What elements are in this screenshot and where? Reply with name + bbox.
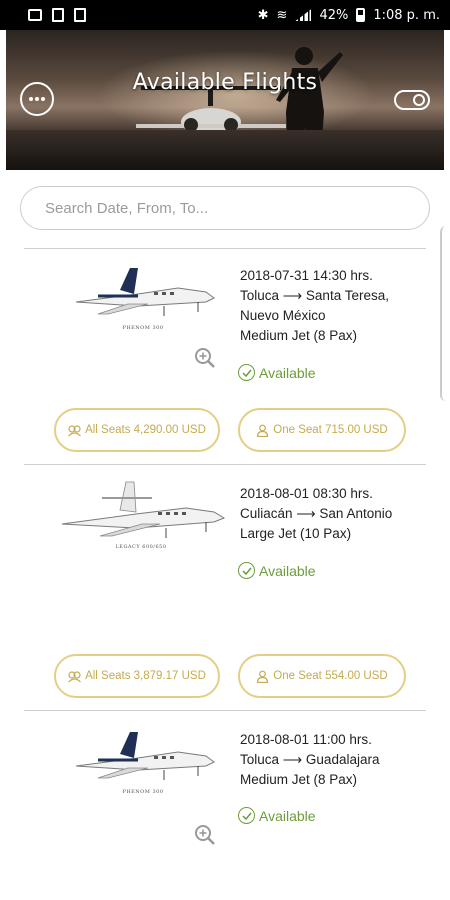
all-seats-button[interactable]: All Seats 3,879.17 USD	[54, 654, 220, 698]
group-icon	[68, 424, 82, 436]
notification-icons	[28, 8, 86, 22]
status-label: Available	[259, 807, 316, 824]
battery-percent: 42%	[319, 7, 349, 23]
status-label: Available	[259, 364, 316, 381]
availability-status: Available	[238, 364, 316, 381]
status-label: Available	[259, 562, 316, 579]
clipboard-icon	[74, 8, 86, 22]
flight-datetime: 2018-08-01 11:00 hrs.	[240, 732, 372, 747]
clock: 1:08 p. m.	[373, 7, 440, 23]
one-seat-label: One Seat 554.00 USD	[273, 670, 388, 682]
jet-image	[75, 268, 215, 316]
all-seats-label: All Seats 3,879.17 USD	[85, 670, 206, 682]
header-banner: Available Flights	[6, 30, 444, 170]
flight-route: Culiacán ⟶ San Antonio	[240, 504, 422, 524]
flight-route: Toluca ⟶ Santa Teresa,	[240, 286, 422, 306]
flight-origin: Culiacán	[240, 506, 293, 521]
arrow-right-icon: ⟶	[282, 752, 303, 767]
signal-icon	[295, 9, 312, 21]
flight-origin: Toluca	[240, 752, 280, 767]
status-bar: ✱ ≋ 42% 1:08 p. m.	[0, 0, 450, 30]
jet-model-label: PHENOM 300	[122, 789, 164, 795]
jet-image	[61, 481, 226, 538]
check-circle-icon	[238, 364, 255, 381]
system-icons: ✱ ≋ 42% 1:08 p. m.	[258, 8, 440, 23]
all-seats-label: All Seats 4,290.00 USD	[85, 424, 206, 436]
more-options-button[interactable]	[20, 82, 54, 116]
flight-card[interactable]: PHENOM 300 2018-07-31 14:30 hrs. Toluca …	[24, 248, 426, 463]
flight-card[interactable]: LEGACY 600/650 2018-08-01 08:30 hrs. Cul…	[24, 464, 426, 709]
jet-type: Large Jet (10 Pax)	[240, 526, 352, 541]
flight-datetime: 2018-07-31 14:30 hrs.	[240, 268, 373, 283]
flight-card[interactable]: PHENOM 300 2018-08-01 11:00 hrs. Toluca …	[24, 710, 426, 900]
flight-destination-line2: Nuevo México	[240, 308, 326, 323]
flight-datetime: 2018-08-01 08:30 hrs.	[240, 486, 373, 501]
scrollbar[interactable]	[440, 226, 450, 401]
battery-icon	[356, 8, 366, 22]
lock-icon	[52, 8, 64, 22]
search-input[interactable]	[20, 186, 430, 230]
one-seat-button[interactable]: One Seat 554.00 USD	[238, 654, 406, 698]
jet-model-label: PHENOM 300	[122, 325, 164, 331]
one-seat-label: One Seat 715.00 USD	[273, 424, 388, 436]
more-dots-icon	[29, 97, 45, 101]
zoom-in-icon[interactable]	[194, 824, 216, 846]
flight-info: 2018-08-01 11:00 hrs. Toluca ⟶ Guadalaja…	[240, 730, 422, 790]
one-seat-button[interactable]: One Seat 715.00 USD	[238, 408, 406, 452]
arrow-right-icon: ⟶	[296, 506, 316, 521]
flight-origin: Toluca	[240, 288, 280, 303]
jet-model-label: LEGACY 600/650	[115, 544, 167, 550]
group-icon	[68, 670, 82, 682]
mail-icon	[28, 9, 42, 21]
jet-type: Medium Jet (8 Pax)	[240, 772, 358, 787]
zoom-in-icon[interactable]	[194, 347, 216, 369]
flight-destination: San Antonio	[319, 506, 393, 521]
jet-type: Medium Jet (8 Pax)	[240, 328, 358, 343]
flight-destination: Guadalajara	[305, 752, 380, 767]
check-circle-icon	[238, 562, 255, 579]
flight-info: 2018-08-01 08:30 hrs. Culiacán ⟶ San Ant…	[240, 484, 422, 544]
flight-info: 2018-07-31 14:30 hrs. Toluca ⟶ Santa Ter…	[240, 266, 422, 346]
bluetooth-icon: ✱	[257, 7, 269, 23]
page-title: Available Flights	[132, 70, 318, 95]
availability-status: Available	[238, 562, 316, 579]
arrow-right-icon: ⟶	[282, 288, 303, 303]
person-icon	[257, 424, 269, 437]
all-seats-button[interactable]: All Seats 4,290.00 USD	[54, 408, 220, 452]
check-circle-icon	[238, 807, 255, 824]
header-ground	[6, 130, 444, 170]
availability-status: Available	[238, 807, 316, 824]
jet-image	[75, 732, 215, 780]
wifi-icon: ≋	[276, 7, 288, 23]
flight-route: Toluca ⟶ Guadalajara	[240, 750, 422, 770]
person-icon	[257, 670, 269, 683]
flight-destination: Santa Teresa,	[305, 288, 389, 303]
view-toggle-switch[interactable]	[394, 90, 430, 110]
